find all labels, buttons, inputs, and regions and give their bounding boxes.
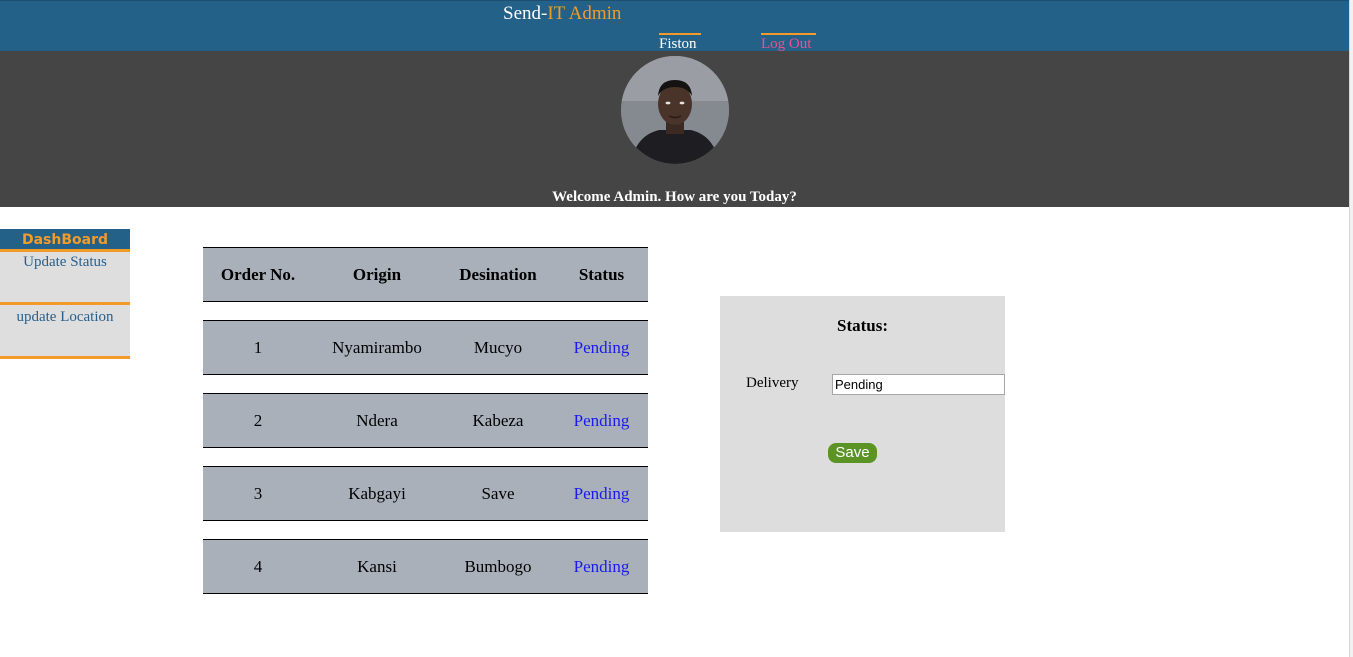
- row-spacer: [203, 448, 648, 466]
- order-status-link[interactable]: Pending: [574, 557, 630, 576]
- order-number: 2: [253, 410, 263, 430]
- brand-title: Send-IT Admin: [503, 3, 621, 25]
- order-status-link[interactable]: Pending: [574, 484, 630, 503]
- table-row: 3 Kabgayi Save Pending: [203, 466, 648, 521]
- save-button[interactable]: Save: [828, 443, 877, 463]
- column-header-origin: Origin: [352, 264, 402, 284]
- profile-banner: Welcome Admin. How are you Today?: [0, 51, 1349, 207]
- row-spacer: [203, 302, 648, 320]
- order-destination: Bumbogo: [464, 556, 532, 576]
- column-header-destination: Desination: [459, 264, 537, 284]
- orders-table: Order No. Origin Desination Status 1 Nya…: [203, 247, 648, 594]
- status-update-panel: Status: Delivery Save: [720, 296, 1005, 532]
- row-spacer: [203, 375, 648, 393]
- page-scrollbar[interactable]: [1349, 0, 1353, 657]
- order-destination: Save: [481, 483, 515, 503]
- top-navigation-bar: Send-IT Admin Fiston Log Out: [0, 0, 1349, 53]
- logout-link[interactable]: Log Out: [761, 33, 816, 53]
- avatar-photo: [621, 56, 729, 164]
- sidebar-item-update-status[interactable]: Update Status: [0, 252, 130, 305]
- welcome-message: Welcome Admin. How are you Today?: [552, 189, 797, 205]
- order-destination: Kabeza: [472, 410, 524, 430]
- column-header-order-no: Order No.: [220, 264, 296, 284]
- sidebar-title: DashBoard: [0, 229, 130, 252]
- table-row: 4 Kansi Bumbogo Pending: [203, 539, 648, 594]
- order-status-link[interactable]: Pending: [574, 338, 630, 357]
- avatar: [621, 56, 729, 164]
- brand-prefix: Send-: [503, 3, 548, 24]
- delivery-status-input[interactable]: [832, 374, 1005, 395]
- order-number: 1: [253, 337, 263, 357]
- order-destination: Mucyo: [473, 337, 523, 357]
- sidebar: DashBoard Update Status update Location: [0, 229, 130, 359]
- delivery-label: Delivery: [746, 375, 799, 391]
- table-header-row: Order No. Origin Desination Status: [203, 247, 648, 302]
- user-profile-link[interactable]: Fiston: [659, 33, 701, 53]
- table-row: 2 Ndera Kabeza Pending: [203, 393, 648, 448]
- order-number: 3: [253, 483, 263, 503]
- order-origin: Kansi: [357, 556, 397, 576]
- status-panel-title: Status:: [836, 316, 888, 335]
- row-spacer: [203, 521, 648, 539]
- brand-accent: IT Admin: [547, 3, 622, 24]
- order-origin: Kabgayi: [348, 483, 406, 503]
- order-origin: Nyamirambo: [332, 337, 422, 357]
- order-origin: Ndera: [356, 410, 398, 430]
- order-number: 4: [253, 556, 263, 576]
- order-status-link[interactable]: Pending: [574, 411, 630, 430]
- sidebar-item-update-location[interactable]: update Location: [0, 305, 130, 359]
- table-row: 1 Nyamirambo Mucyo Pending: [203, 320, 648, 375]
- column-header-status: Status: [578, 264, 625, 284]
